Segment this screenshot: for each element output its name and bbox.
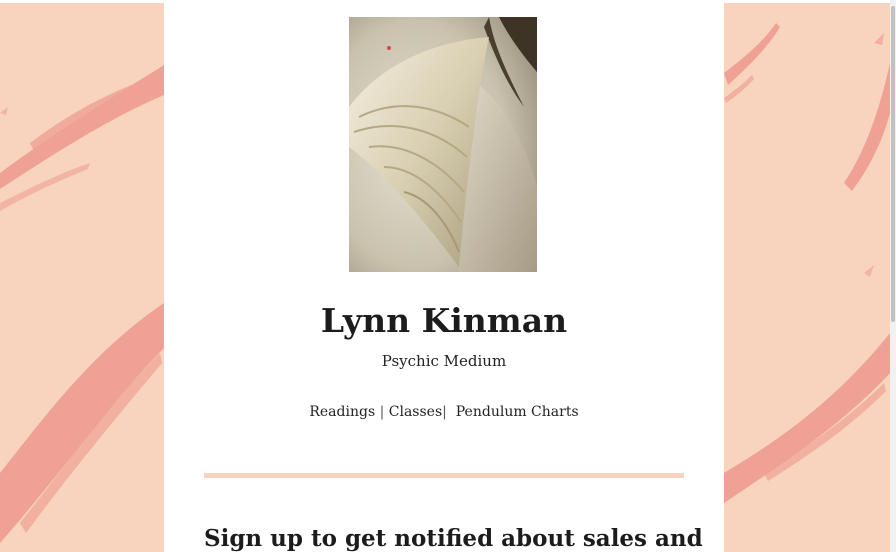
content-card: Lynn Kinman Psychic Medium Readings | Cl… [164,3,724,552]
nav-classes-link[interactable]: Classes [389,404,442,420]
site-title: Lynn Kinman [320,301,568,340]
main-nav: Readings | Classes| Pendulum Charts [164,403,724,421]
nav-separator: | [442,404,447,420]
nav-pendulum-charts-link[interactable]: Pendulum Charts [456,404,579,420]
hero-image [349,17,537,272]
right-brush-decoration [724,3,890,552]
signup-heading: Sign up to get notified about sales and [204,525,703,552]
scrollbar-thumb[interactable] [891,6,895,322]
left-brush-decoration [0,3,164,552]
site-tagline: Psychic Medium [381,352,507,370]
section-divider [204,473,684,478]
scrollbar[interactable] [890,0,896,552]
nav-readings-link[interactable]: Readings [309,404,375,420]
nav-separator: | [379,404,385,420]
